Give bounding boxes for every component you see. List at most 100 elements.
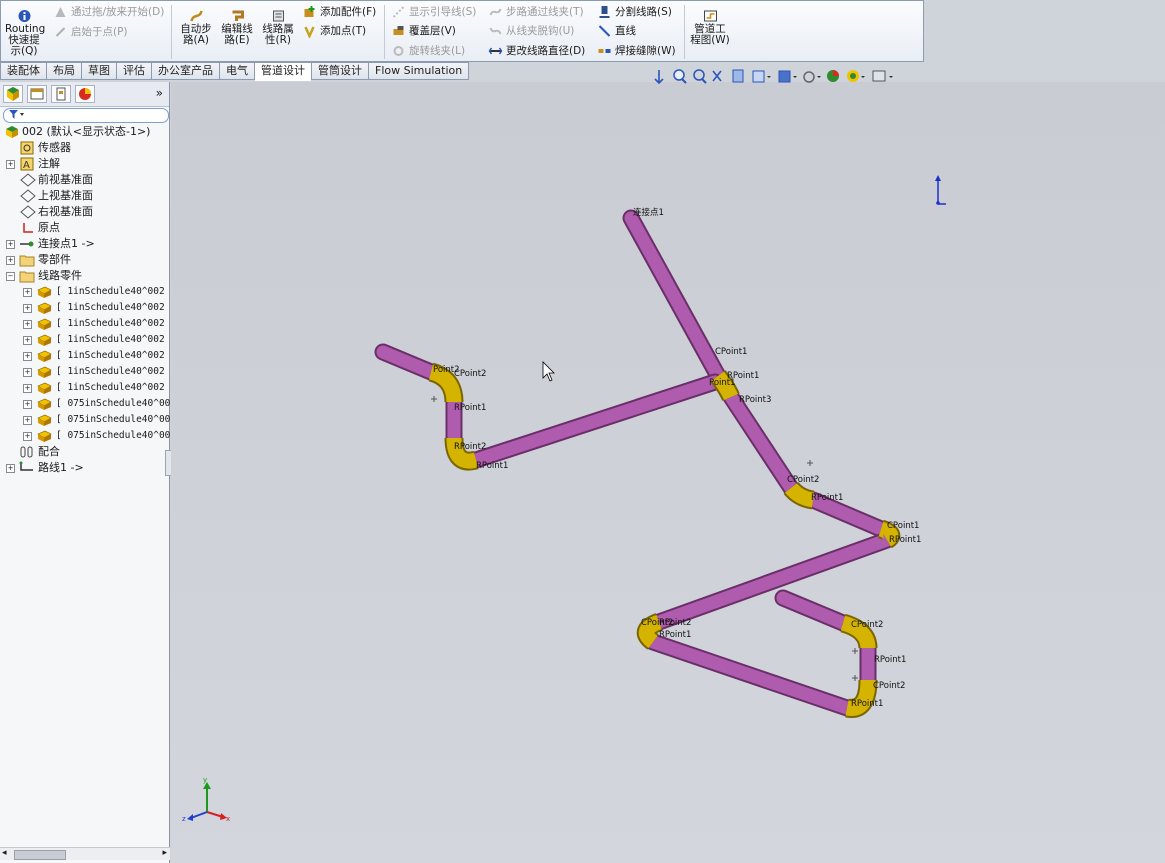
pipe-2[interactable] (722, 388, 800, 497)
route-properties-button[interactable]: 线路属 性(R) (259, 9, 297, 46)
line-button[interactable]: 直线 (597, 23, 636, 38)
scroll-right-arrow[interactable]: ▸ (162, 848, 167, 858)
tree-item-route-part[interactable]: + [ 1inSchedule40^002 ] (0, 300, 176, 316)
tree-item-right-plane[interactable]: 右视基准面 (0, 204, 168, 220)
tree-item-top-plane[interactable]: 上视基准面 (0, 188, 168, 204)
tree-item-route-part[interactable]: + [ 075inSchedule40^002 (0, 428, 176, 444)
expand-icon[interactable]: + (6, 240, 15, 249)
expand-icon[interactable]: + (23, 400, 32, 409)
tab-evaluate[interactable]: 评估 (117, 62, 152, 80)
tab-layout[interactable]: 布局 (47, 62, 82, 80)
tree-item-mates[interactable]: 配合 (0, 444, 168, 460)
tree-item-annotations[interactable]: + A 注解 (0, 156, 168, 172)
routing-quick-tips-button[interactable]: Routing 快速提 示(Q) (5, 9, 45, 57)
tree-item-connection-point[interactable]: + 连接点1 -> (0, 236, 168, 252)
tree-item-route-part[interactable]: + [ 1inSchedule40^002 ] (0, 332, 176, 348)
tree-item-route-part[interactable]: + [ 1inSchedule40^002 ] (0, 364, 176, 380)
pipe-1[interactable] (622, 209, 727, 385)
expand-icon[interactable]: + (23, 352, 32, 361)
auto-route-button[interactable]: 自动步 路(A) (177, 9, 215, 46)
tree-item-route-part[interactable]: + [ 1inSchedule40^002 ] (0, 380, 176, 396)
tree-item-route-part[interactable]: + [ 1inSchedule40^002 ] (0, 316, 176, 332)
scroll-left-arrow[interactable]: ◂ (2, 848, 7, 858)
unclip-button[interactable]: 从线夹脱钩(U) (488, 23, 574, 38)
tree-root[interactable]: 002 (默认<显示状态-1>) (2, 124, 168, 140)
view-settings-icon[interactable] (872, 70, 893, 82)
elbow-2[interactable] (783, 481, 815, 510)
hide-show-items-icon[interactable] (803, 71, 821, 83)
route-point-label[interactable]: RPoint1 (476, 461, 508, 471)
appearance-manager-tab[interactable] (75, 85, 95, 103)
tab-electrical[interactable]: 电气 (220, 62, 255, 80)
scroll-thumb[interactable] (14, 850, 66, 860)
tree-item-route-part[interactable]: + [ 075inSchedule40^002 (0, 412, 176, 428)
route-point-label[interactable]: CPoint1 (887, 521, 919, 531)
cover-button[interactable]: 覆盖层(V) (391, 23, 456, 38)
tab-piping[interactable]: 管道设计 (255, 62, 312, 81)
configuration-manager-tab[interactable] (51, 85, 71, 103)
route-point-label[interactable]: CPoint2 (851, 620, 883, 630)
pipe-4[interactable] (650, 531, 896, 631)
route-point-label[interactable]: Point2 (433, 365, 460, 375)
section-view-icon[interactable] (732, 69, 744, 83)
route-point-label[interactable]: CPoint1 (715, 347, 747, 357)
tree-horizontal-scrollbar[interactable]: ◂ ▸ (0, 847, 170, 860)
route-through-clip-button[interactable]: 步路通过线夹(T) (488, 4, 584, 19)
expand-icon[interactable]: + (23, 416, 32, 425)
pipe-10[interactable] (374, 343, 440, 381)
route-point-label[interactable]: CPoint2 (641, 618, 673, 628)
tab-tubing[interactable]: 管筒设计 (312, 62, 369, 80)
feature-manager-tab[interactable] (3, 85, 23, 103)
tree-item-route-part[interactable]: + [ 1inSchedule40^002 ] (0, 284, 176, 300)
expand-icon[interactable]: + (23, 384, 32, 393)
tab-flow-simulation[interactable]: Flow Simulation (369, 62, 470, 80)
tab-assembly[interactable]: 装配体 (0, 62, 47, 80)
drag-drop-start-button[interactable]: 通过拖/放来开始(D) (53, 4, 164, 19)
route-point-label[interactable]: RPoint2 (454, 442, 486, 452)
change-diameter-button[interactable]: 更改线路直径(D) (488, 43, 585, 58)
expand-icon[interactable]: + (23, 304, 32, 313)
expand-icon[interactable]: + (23, 336, 32, 345)
pipe-5[interactable] (644, 633, 856, 717)
route-point-label[interactable]: RPoint1 (811, 493, 843, 503)
previous-view-icon[interactable] (712, 70, 722, 82)
start-at-point-button[interactable]: 启始于点(P) (53, 24, 128, 39)
route-point-label[interactable]: RPoint1 (454, 403, 486, 413)
tab-office-products[interactable]: 办公室产品 (152, 62, 220, 80)
add-fitting-button[interactable]: 添加配件(F) (302, 4, 376, 19)
expand-icon[interactable]: + (23, 320, 32, 329)
tree-item-front-plane[interactable]: 前视基准面 (0, 172, 168, 188)
expand-icon[interactable]: + (23, 368, 32, 377)
add-point-button[interactable]: 添加点(T) (302, 23, 366, 38)
tree-item-route-part[interactable]: + [ 075inSchedule40^002 (0, 396, 176, 412)
route-point-label[interactable]: RPoint3 (739, 395, 771, 405)
tree-item-route[interactable]: + 路线1 -> (0, 460, 168, 476)
tree-item-route-part[interactable]: + [ 1inSchedule40^002 ] (0, 348, 176, 364)
tab-sketch[interactable]: 草图 (82, 62, 117, 80)
tree-item-origin[interactable]: 原点 (0, 220, 168, 236)
route-point-label[interactable]: RPoint1 (851, 699, 883, 709)
edit-appearance-icon[interactable] (827, 70, 839, 82)
property-manager-tab[interactable] (27, 85, 47, 103)
collapse-icon[interactable]: − (6, 272, 15, 281)
pipe-3[interactable] (804, 491, 890, 538)
expand-icon[interactable]: + (6, 160, 15, 169)
edit-route-button[interactable]: 编辑线 路(E) (218, 9, 256, 46)
tree-item-parts[interactable]: + 零部件 (0, 252, 168, 268)
expand-icon[interactable]: + (23, 432, 32, 441)
expand-icon[interactable]: + (6, 464, 15, 473)
pipe-drawing-button[interactable]: 管道工 程图(W) (689, 9, 731, 46)
pipe-8[interactable] (467, 373, 724, 469)
show-guidelines-button[interactable]: 显示引导线(S) (391, 4, 476, 19)
tree-item-sensors[interactable]: 传感器 (0, 140, 168, 156)
expand-icon[interactable]: + (6, 256, 15, 265)
route-point-label[interactable]: RPoint1 (889, 535, 921, 545)
weld-gap-button[interactable]: 焊接缝隙(W) (597, 43, 676, 58)
graphics-viewport[interactable]: 连接点1 CPoint1 RPoint1 Point1 RPoint3 CPoint2 R… (171, 69, 1165, 863)
route-point-label[interactable]: CPoint2 (873, 681, 905, 691)
apply-scene-icon[interactable] (847, 70, 865, 82)
display-style-icon[interactable] (778, 70, 797, 83)
expand-icon[interactable]: + (23, 288, 32, 297)
tree-item-route-parts[interactable]: − 线路零件 (0, 268, 168, 284)
panel-collapse-button[interactable]: » (156, 86, 163, 100)
